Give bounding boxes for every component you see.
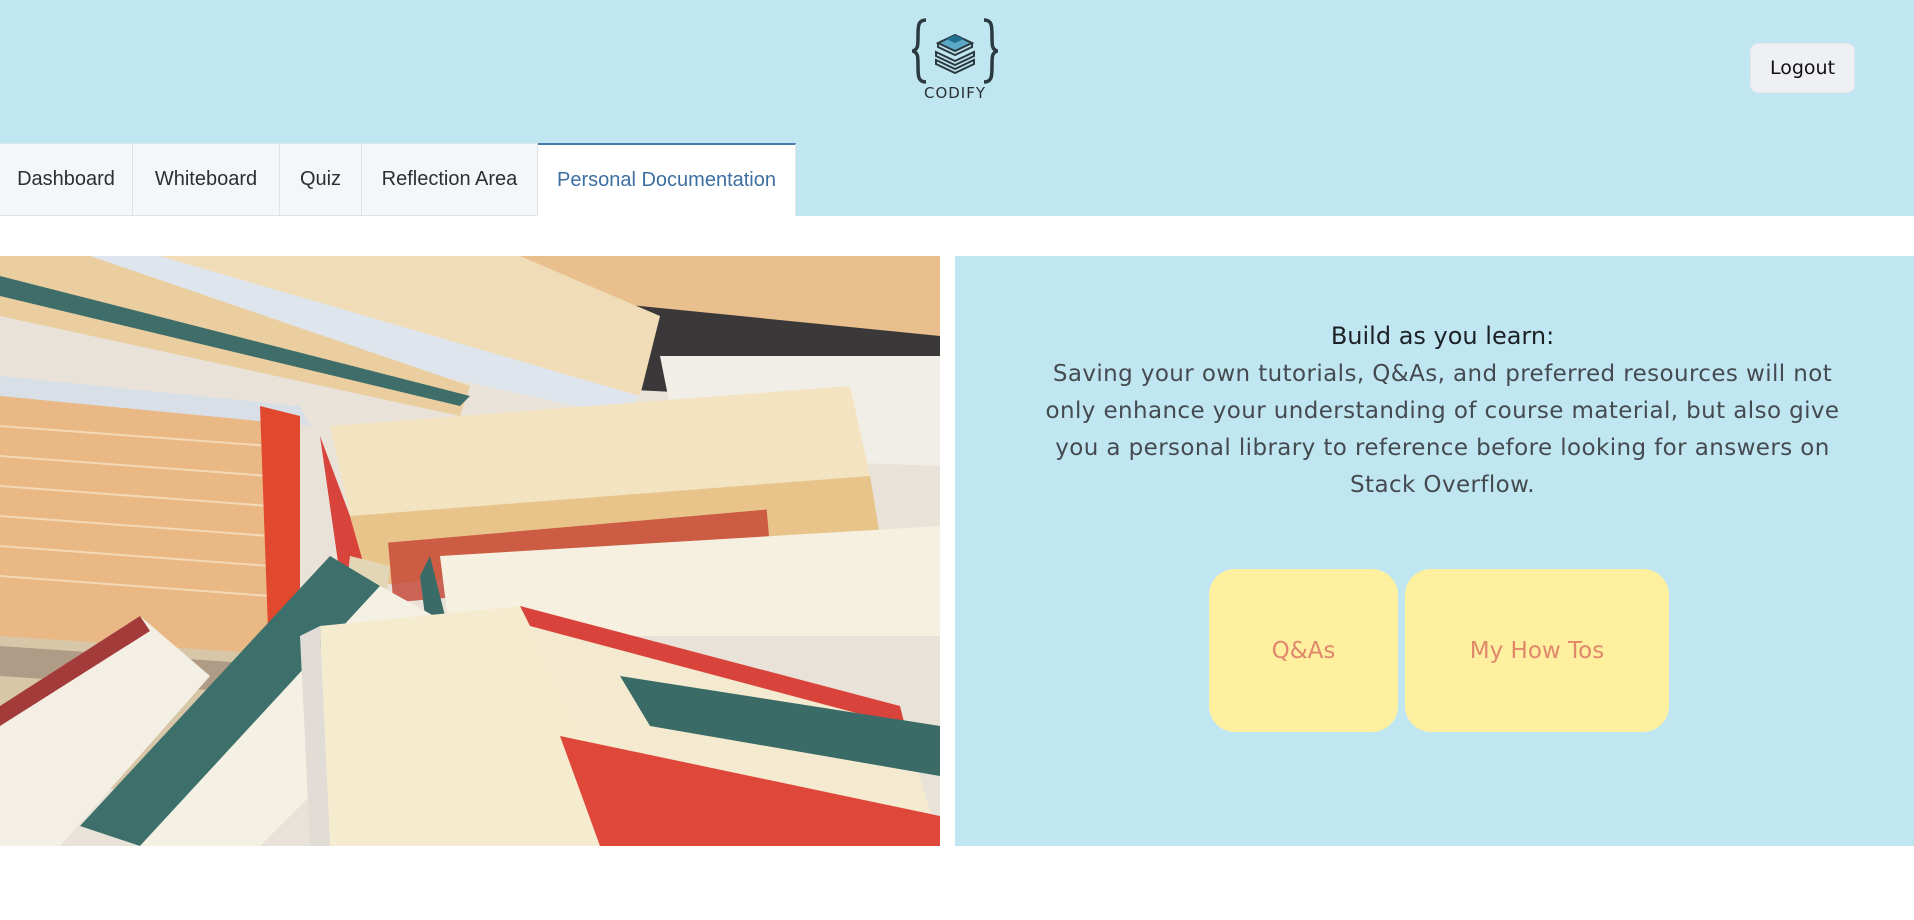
logo-text: CODIFY <box>923 84 987 102</box>
tab-quiz[interactable]: Quiz <box>280 143 362 216</box>
logo-books-icon <box>912 18 998 84</box>
intro-panel: Build as you learn: Saving your own tuto… <box>955 256 1914 846</box>
tab-personal-documentation[interactable]: Personal Documentation <box>538 143 796 216</box>
books-photo <box>0 256 940 846</box>
tab-dashboard[interactable]: Dashboard <box>0 143 133 216</box>
codify-logo[interactable]: CODIFY <box>912 16 998 106</box>
tab-reflection-area[interactable]: Reflection Area <box>362 143 538 216</box>
intro-body: Saving your own tutorials, Q&As, and pre… <box>1045 361 1840 498</box>
header: CODIFY Logout Dashboard Whiteboard Quiz … <box>0 0 1914 216</box>
my-how-tos-card[interactable]: My How Tos <box>1405 569 1669 732</box>
logout-button[interactable]: Logout <box>1750 43 1855 93</box>
nav-tabs: Dashboard Whiteboard Quiz Reflection Are… <box>0 143 796 216</box>
qas-card[interactable]: Q&As <box>1209 569 1398 732</box>
intro-title: Build as you learn: <box>1330 322 1555 350</box>
tab-whiteboard[interactable]: Whiteboard <box>133 143 280 216</box>
